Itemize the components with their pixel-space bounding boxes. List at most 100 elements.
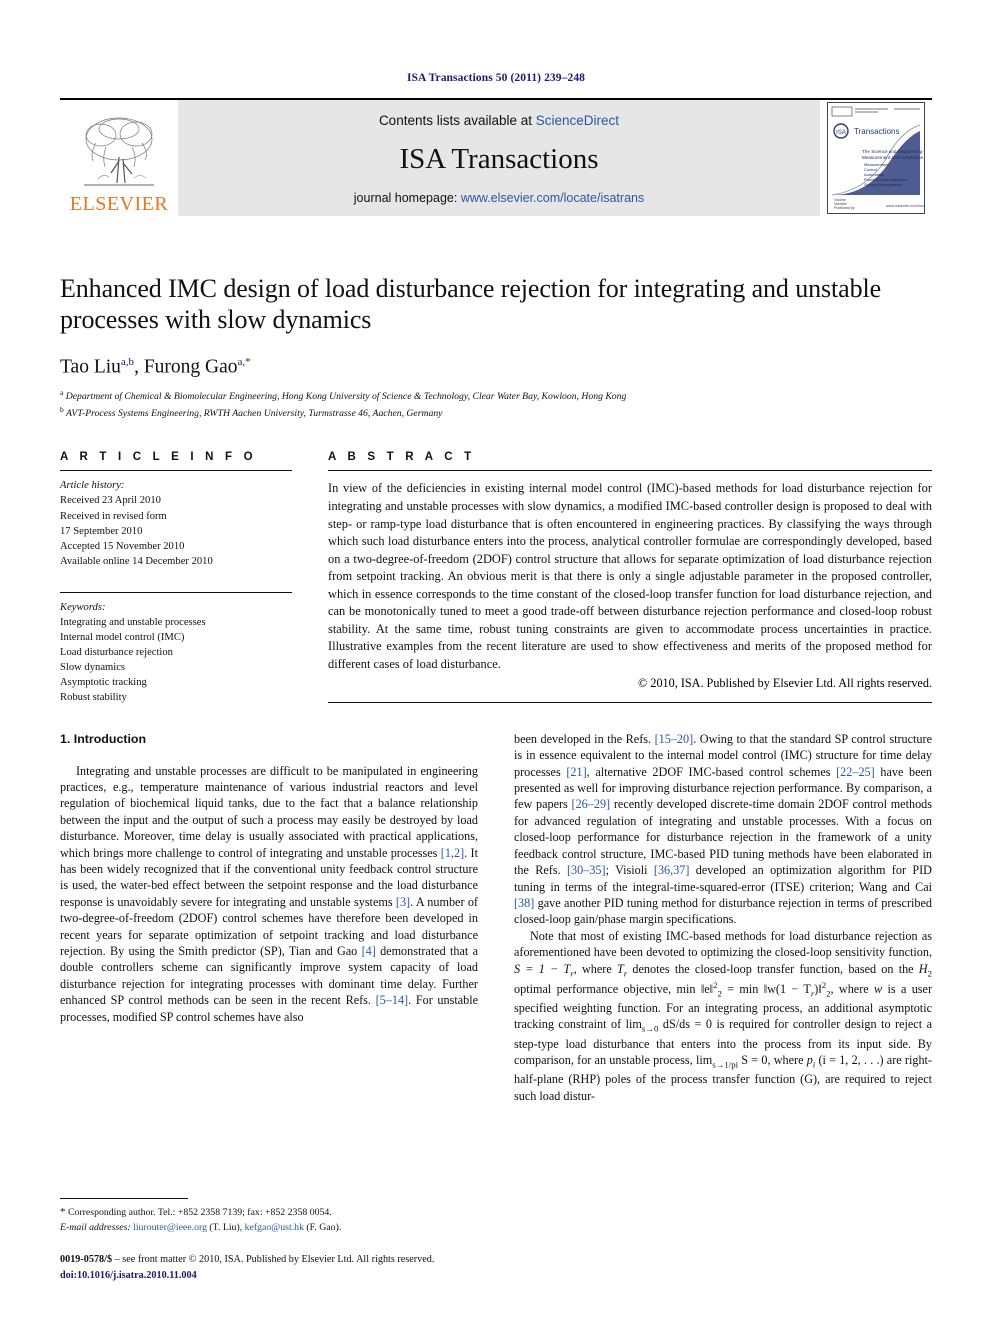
math-w: w bbox=[874, 981, 883, 996]
svg-text:www.elsevier.com/locate: www.elsevier.com/locate bbox=[886, 203, 924, 208]
body-columns: 1. Introduction Integrating and unstable… bbox=[60, 731, 932, 1104]
homepage-prefix: journal homepage: bbox=[353, 191, 461, 205]
banner-center: Contents lists available at ScienceDirec… bbox=[178, 100, 820, 216]
doi-link[interactable]: doi:10.1016/j.isatra.2010.11.004 bbox=[60, 1268, 932, 1283]
paper-page: ISA Transactions 50 (2011) 239–248 ELSEV… bbox=[0, 0, 992, 1323]
math-sub: s→1/p bbox=[712, 1059, 736, 1070]
affiliation-a-text: Department of Chemical & Biomolecular En… bbox=[65, 391, 627, 403]
article-info-label: A R T I C L E I N F O bbox=[60, 451, 257, 464]
math-sub: s→0 bbox=[641, 1023, 659, 1034]
journal-homepage-line: journal homepage: www.elsevier.com/locat… bbox=[354, 191, 644, 205]
footnote-rule bbox=[60, 1197, 188, 1199]
history-item: Received in revised form bbox=[60, 510, 167, 522]
issn-text: 0019-0578/$ bbox=[60, 1254, 113, 1266]
abstract-column: A B S T R A C T In view of the deficienc… bbox=[328, 451, 932, 704]
corresponding-author-note: * Corresponding author. Tel.: +852 2358 … bbox=[60, 1205, 480, 1221]
title-block: Enhanced IMC design of load disturbance … bbox=[60, 274, 932, 421]
article-info-column: A R T I C L E I N F O Article history: R… bbox=[60, 451, 292, 704]
text-run: , where bbox=[830, 981, 875, 996]
email-link-2[interactable]: kefgao@ust.hk bbox=[245, 1222, 304, 1233]
citation-ref[interactable]: [15–20] bbox=[655, 732, 694, 746]
math-H: H bbox=[918, 961, 928, 976]
front-matter-line: 0019-0578/$ – see front matter © 2010, I… bbox=[60, 1252, 932, 1267]
text-run: = min ‖w(1 − T bbox=[721, 981, 811, 996]
math-sub: 2 bbox=[927, 967, 932, 978]
keywords-label: Keywords: bbox=[60, 601, 106, 613]
author-2-name: , Furong Gao bbox=[134, 356, 238, 378]
page-footer: 0019-0578/$ – see front matter © 2010, I… bbox=[60, 1252, 932, 1283]
keyword-item: Robust stability bbox=[60, 691, 127, 703]
text-run: Note that most of existing IMC-based met… bbox=[514, 928, 932, 960]
cover-artwork-icon: ISA Transactions The Science and Enginee… bbox=[828, 103, 924, 213]
math-Tr: T bbox=[616, 961, 624, 976]
article-title: Enhanced IMC design of load disturbance … bbox=[60, 274, 882, 334]
footnote-block: * Corresponding author. Tel.: +852 2358 … bbox=[60, 1197, 480, 1235]
email-owner-1: (T. Liu), bbox=[209, 1221, 243, 1233]
section-heading-introduction: 1. Introduction bbox=[60, 731, 147, 746]
text-run: , alternative 2DOF IMC-based control sch… bbox=[586, 764, 837, 779]
citation-ref[interactable]: [3] bbox=[396, 895, 410, 909]
front-matter-text: – see front matter © 2010, ISA. Publishe… bbox=[112, 1254, 435, 1266]
abstract-label: A B S T R A C T bbox=[328, 451, 476, 464]
journal-cover-container: ISA Transactions The Science and Enginee… bbox=[820, 100, 932, 216]
sciencedirect-link[interactable]: ScienceDirect bbox=[536, 113, 619, 128]
citation-ref[interactable]: [38] bbox=[514, 896, 534, 910]
email-note: E-mail addresses: liurouter@ieee.org (T.… bbox=[60, 1221, 480, 1235]
text-run: Integrating and unstable processes are d… bbox=[60, 763, 478, 860]
text-run: optimal performance objective, min ‖e‖ bbox=[514, 981, 714, 996]
article-history-label: Article history: bbox=[60, 480, 125, 492]
paragraph-intro-left: Integrating and unstable processes are d… bbox=[60, 763, 478, 1026]
svg-text:Transactions: Transactions bbox=[854, 127, 900, 136]
journal-cover-thumbnail: ISA Transactions The Science and Enginee… bbox=[827, 102, 925, 214]
author-list: Tao Liua,b, Furong Gaoa,* bbox=[60, 356, 932, 379]
journal-banner: ELSEVIER Contents lists available at Sci… bbox=[60, 98, 932, 216]
homepage-link[interactable]: www.elsevier.com/locate/isatrans bbox=[461, 191, 644, 205]
citation-ref[interactable]: [21] bbox=[566, 765, 586, 779]
keyword-item: Internal model control (IMC) bbox=[60, 631, 185, 643]
svg-text:System Management: System Management bbox=[864, 182, 903, 187]
history-item: Received 23 April 2010 bbox=[60, 495, 161, 507]
citation-ref[interactable]: [1,2] bbox=[441, 846, 464, 860]
svg-text:ISA: ISA bbox=[836, 130, 846, 136]
text-run: been developed in the Refs. bbox=[514, 731, 655, 746]
affiliation-b-text: AVT-Process Systems Engineering, RWTH Aa… bbox=[66, 408, 443, 420]
affiliations: a Department of Chemical & Biomolecular … bbox=[60, 388, 932, 422]
abstract-text: In view of the deficiencies in existing … bbox=[328, 481, 932, 671]
email-link-1[interactable]: liurouter@ieee.org bbox=[133, 1222, 207, 1233]
citation-ref[interactable]: [4] bbox=[362, 944, 376, 958]
svg-text:Measurement and Automation: Measurement and Automation bbox=[862, 155, 924, 160]
elsevier-tree-icon bbox=[84, 117, 154, 186]
text-run: )‖ bbox=[814, 981, 822, 996]
body-left-column: 1. Introduction Integrating and unstable… bbox=[60, 731, 478, 1104]
elsevier-wordmark: ELSEVIER bbox=[69, 193, 169, 215]
text-run: , where bbox=[573, 961, 617, 976]
citation-ref[interactable]: [26–29] bbox=[572, 797, 611, 811]
text-run: denotes the closed-loop transfer functio… bbox=[627, 961, 919, 976]
keyword-item: Load disturbance rejection bbox=[60, 646, 173, 658]
math-sensitivity: S = 1 − T bbox=[514, 961, 571, 976]
citation-ref[interactable]: [5–14] bbox=[376, 993, 409, 1007]
keywords-block: Keywords: Integrating and unstable proce… bbox=[60, 585, 292, 705]
citation-ref[interactable]: [30–35] bbox=[567, 863, 606, 877]
svg-text:The Science and Engineering of: The Science and Engineering of bbox=[862, 149, 924, 154]
citation-ref[interactable]: [22–25] bbox=[836, 765, 875, 779]
author-2-affiliation-marker: a,* bbox=[237, 356, 251, 369]
history-item: 17 September 2010 bbox=[60, 525, 143, 537]
abstract-copyright: © 2010, ISA. Published by Elsevier Ltd. … bbox=[638, 676, 932, 691]
affiliation-a-marker: a bbox=[60, 387, 64, 397]
elsevier-logo: ELSEVIER bbox=[60, 100, 178, 216]
abstract-bottom-rule bbox=[328, 702, 932, 704]
email-owner-2: (F. Gao). bbox=[306, 1221, 342, 1233]
paragraph-intro-right-2: Note that most of existing IMC-based met… bbox=[514, 928, 932, 1104]
keyword-item: Integrating and unstable processes bbox=[60, 616, 206, 628]
paragraph-intro-right-cont: been developed in the Refs. [15–20]. Owi… bbox=[514, 731, 932, 928]
corresponding-author-text: Corresponding author. Tel.: +852 2358 71… bbox=[67, 1206, 332, 1218]
history-item: Available online 14 December 2010 bbox=[60, 555, 213, 567]
running-head: ISA Transactions 50 (2011) 239–248 bbox=[406, 72, 586, 84]
text-run: ; Visioli bbox=[605, 863, 654, 878]
citation-ref[interactable]: [36,37] bbox=[654, 863, 690, 877]
info-abstract-section: A R T I C L E I N F O Article history: R… bbox=[60, 451, 932, 704]
journal-title: ISA Transactions bbox=[399, 143, 599, 175]
contents-prefix: Contents lists available at bbox=[378, 113, 536, 128]
affiliation-a: a Department of Chemical & Biomolecular … bbox=[60, 388, 932, 404]
